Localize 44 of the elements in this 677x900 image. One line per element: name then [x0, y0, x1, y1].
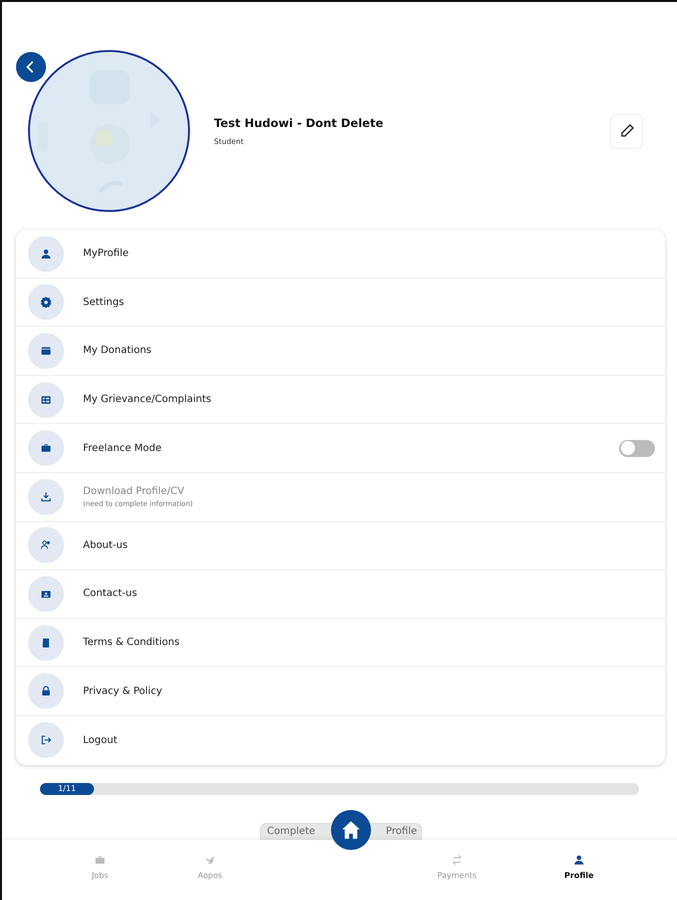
menu-label: Download Profile/CV: [83, 485, 186, 500]
menu-item[interactable]: About-us: [16, 522, 665, 570]
home-button[interactable]: [331, 810, 371, 850]
menu-item[interactable]: Settings: [16, 278, 665, 328]
menu-item[interactable]: Contact-us: [16, 570, 665, 619]
menu-label: Settings: [83, 296, 124, 310]
menu-item[interactable]: MyProfile: [16, 230, 665, 279]
download-icon: [40, 490, 52, 503]
progress-fill: 1/11: [40, 782, 94, 795]
nav-tab[interactable]: Profile: [549, 854, 609, 882]
menu-label: Contact-us: [83, 587, 138, 602]
menu-label: Freelance Mode: [83, 442, 162, 456]
lock-icon: [40, 685, 52, 698]
book-icon: [40, 636, 52, 649]
transfer-icon: [451, 854, 463, 866]
back-button[interactable]: [16, 52, 46, 82]
menu-item[interactable]: Terms & Conditions: [16, 618, 665, 668]
briefcase-icon: [94, 854, 106, 866]
user-name: Test Hudowi - Dont Delete: [214, 114, 384, 132]
menu-label: Logout: [83, 734, 118, 748]
menu-item[interactable]: My Donations: [16, 327, 665, 376]
menu-item[interactable]: Logout: [16, 716, 665, 765]
gear-icon: [40, 296, 52, 308]
wallet-icon: [40, 344, 52, 357]
list-icon: [40, 394, 52, 406]
menu-item[interactable]: Privacy & Policy: [16, 667, 665, 716]
menu-item[interactable]: Freelance Mode: [16, 424, 665, 473]
menu-label: About-us: [83, 538, 128, 553]
person-icon: [573, 854, 585, 866]
menu-label: Terms & Conditions: [83, 636, 180, 650]
bird-icon: [204, 854, 216, 866]
edit-button[interactable]: [610, 114, 643, 148]
people-icon: [40, 539, 52, 552]
menu-label: My Grievance/Complaints: [83, 393, 212, 408]
menu-label: MyProfile: [83, 247, 129, 262]
menu-item[interactable]: My Grievance/Complaints: [16, 376, 665, 424]
menu-label: My Donations: [83, 344, 152, 358]
menu-label: Privacy & Policy: [83, 684, 162, 699]
logout-icon: [40, 734, 52, 746]
person-icon: [40, 248, 52, 260]
home-icon: [341, 820, 361, 840]
freelance-toggle[interactable]: [619, 440, 655, 457]
briefcase-icon: [40, 442, 52, 454]
pencil-icon: [618, 123, 634, 139]
